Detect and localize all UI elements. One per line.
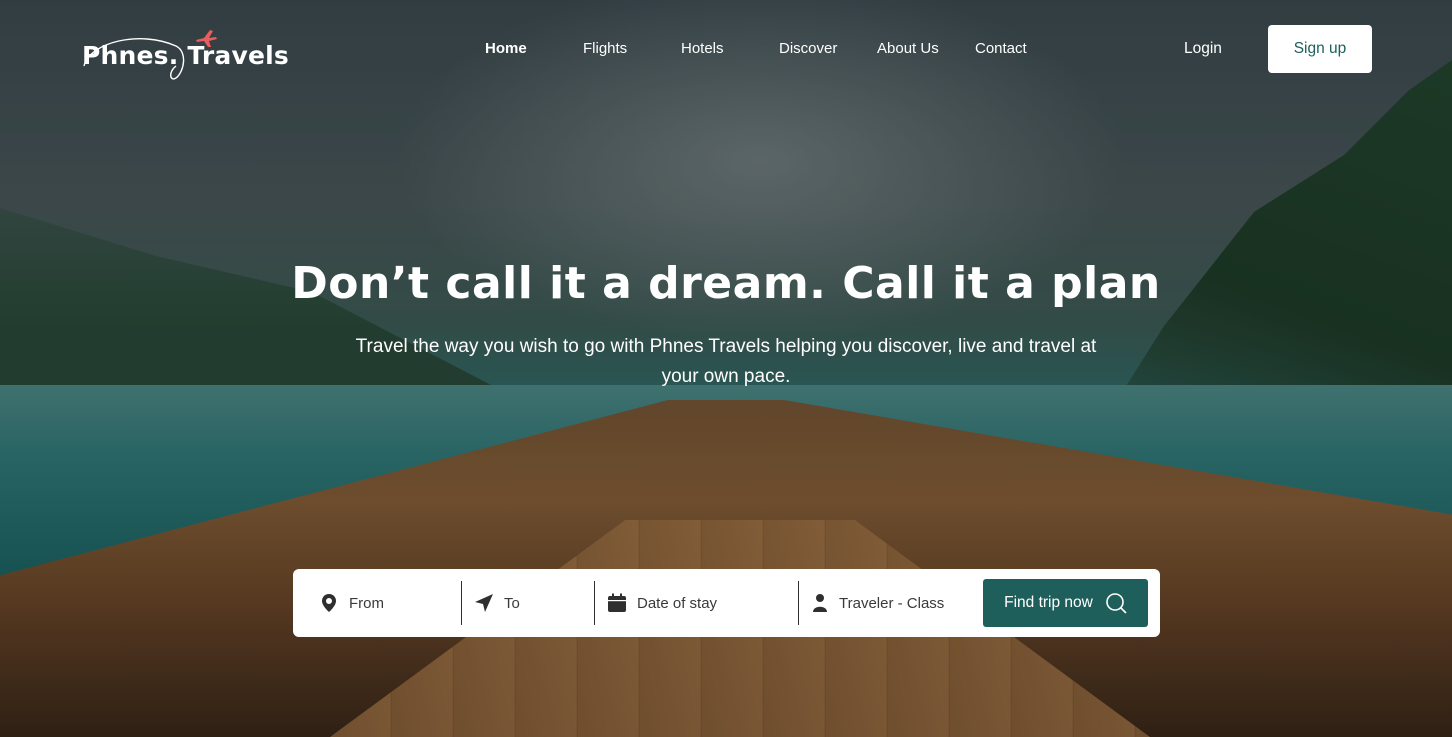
search-icon: [1106, 593, 1127, 614]
from-field[interactable]: From: [293, 581, 461, 625]
map-pin-icon: [322, 594, 336, 612]
hero-section: Phnes. Travels Home Flights Hotels Disco…: [0, 0, 1452, 737]
traveler-field[interactable]: Traveler - Class: [799, 581, 975, 625]
signup-button[interactable]: Sign up: [1268, 25, 1372, 73]
login-link[interactable]: Login: [1184, 40, 1222, 58]
date-label: Date of stay: [637, 594, 718, 612]
from-label: From: [349, 594, 384, 612]
nav-item-flights[interactable]: Flights: [583, 40, 627, 57]
traveler-label: Traveler - Class: [839, 594, 945, 612]
to-label: To: [504, 594, 520, 612]
nav-item-discover[interactable]: Discover: [779, 40, 837, 57]
nav-item-contact[interactable]: Contact: [975, 40, 1027, 57]
find-trip-button[interactable]: Find trip now: [983, 579, 1148, 627]
hero-headline: Don’t call it a dream. Call it a plan: [291, 258, 1161, 309]
calendar-icon: [608, 593, 626, 612]
to-field[interactable]: To: [462, 581, 594, 625]
hero-subtitle: Travel the way you wish to go with Phnes…: [355, 336, 1097, 387]
nav-item-about-us[interactable]: About Us: [877, 40, 939, 57]
date-field[interactable]: Date of stay: [595, 581, 798, 625]
nav-item-home[interactable]: Home: [485, 40, 527, 57]
navigation-arrow-icon: [475, 594, 493, 612]
trip-search-bar: From To Date of stay Traveler - Class Fi…: [293, 569, 1160, 637]
person-icon: [813, 594, 827, 612]
main-nav: Home Flights Hotels Discover About Us Co…: [0, 40, 1452, 60]
find-trip-label: Find trip now: [1004, 594, 1093, 611]
nav-item-hotels[interactable]: Hotels: [681, 40, 724, 57]
